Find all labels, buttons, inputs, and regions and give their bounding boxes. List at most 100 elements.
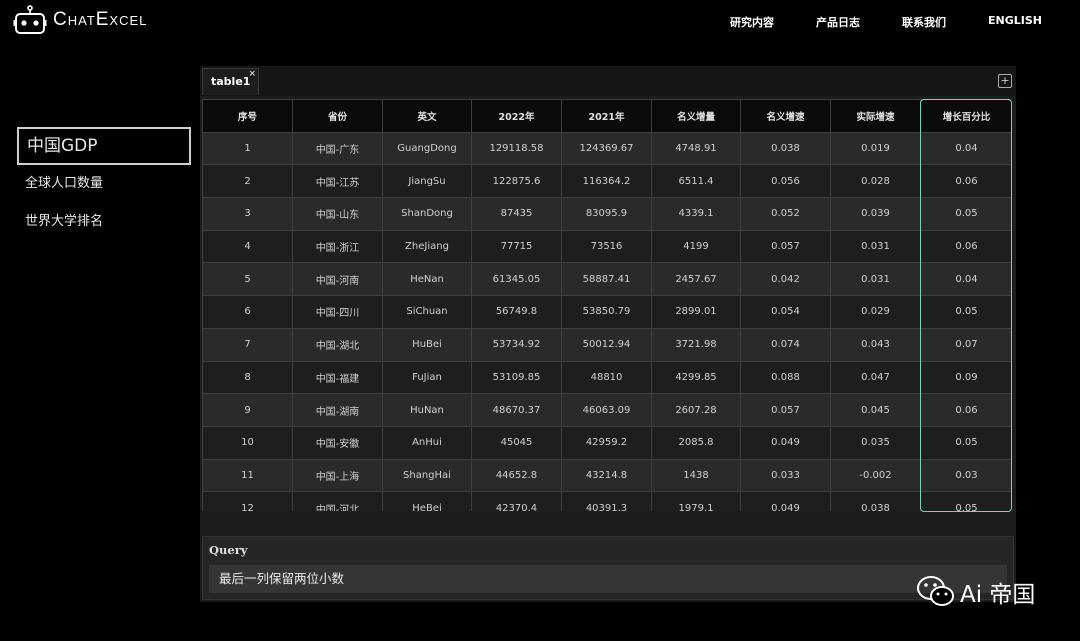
table-cell[interactable]: 6 — [202, 295, 293, 329]
table-cell[interactable]: 中国-上海 — [292, 458, 383, 493]
table-cell[interactable]: 116364.2 — [561, 164, 652, 199]
table-cell[interactable]: 0.06 — [920, 229, 1012, 264]
table-cell[interactable]: 42370.4 — [471, 491, 562, 511]
table-cell[interactable]: 53850.79 — [561, 295, 652, 329]
table-cell[interactable]: 53734.92 — [471, 327, 562, 362]
nav-changelog[interactable]: 产品日志 — [816, 14, 860, 30]
table-cell[interactable]: 2899.01 — [651, 295, 741, 329]
table-row[interactable]: 8 中国-福建 FuJian 53109.85 48810 4299.85 0.088 0.0… — [202, 360, 1012, 395]
column-header[interactable]: 省份 — [292, 99, 383, 133]
table-cell[interactable]: 0.038 — [740, 131, 831, 166]
table-cell[interactable]: 53109.85 — [471, 360, 562, 395]
table-cell[interactable]: 0.052 — [740, 197, 831, 231]
table-row[interactable]: 6 中国-四川 SiChuan 56749.8 53850.79 2899.01 0.054… — [202, 295, 1012, 329]
table-cell[interactable]: 4299.85 — [651, 360, 741, 395]
table-row[interactable]: 5 中国-河南 HeNan 61345.05 58887.41 2457.67 0.042 0… — [202, 262, 1012, 297]
table-cell[interactable]: 0.043 — [830, 327, 921, 362]
table-cell[interactable]: 0.03 — [920, 458, 1012, 493]
column-header[interactable]: 英文 — [382, 99, 472, 133]
table-cell[interactable]: 中国-山东 — [292, 197, 383, 231]
table-cell[interactable]: 83095.9 — [561, 197, 652, 231]
table-cell[interactable]: 2 — [202, 164, 293, 199]
table-cell[interactable]: 122875.6 — [471, 164, 562, 199]
table-cell[interactable]: 2085.8 — [651, 425, 741, 460]
table-cell[interactable]: 中国-福建 — [292, 360, 383, 395]
column-header[interactable]: 序号 — [202, 99, 293, 133]
close-icon[interactable]: × — [248, 61, 256, 87]
table-cell[interactable]: 4199 — [651, 229, 741, 264]
table-cell[interactable]: 0.05 — [920, 295, 1012, 329]
table-cell[interactable]: 1438 — [651, 458, 741, 493]
table-cell[interactable]: 4748.91 — [651, 131, 741, 166]
table-cell[interactable]: 0.07 — [920, 327, 1012, 362]
table-cell[interactable]: 48810 — [561, 360, 652, 395]
table-cell[interactable]: 0.029 — [830, 295, 921, 329]
table-cell[interactable]: 0.031 — [830, 229, 921, 264]
table-cell[interactable]: 0.042 — [740, 262, 831, 297]
table-cell[interactable]: 中国-湖北 — [292, 327, 383, 362]
table-cell[interactable]: 87435 — [471, 197, 562, 231]
table-cell[interactable]: 5 — [202, 262, 293, 297]
table-cell[interactable]: 2607.28 — [651, 393, 741, 427]
table-cell[interactable]: 0.056 — [740, 164, 831, 199]
table-cell[interactable]: 0.035 — [830, 425, 921, 460]
add-tab-icon[interactable]: + — [998, 74, 1012, 88]
table-cell[interactable]: 56749.8 — [471, 295, 562, 329]
table-cell[interactable]: 中国-河北 — [292, 491, 383, 511]
table-cell[interactable]: 0.033 — [740, 458, 831, 493]
table-cell[interactable]: 0.049 — [740, 491, 831, 511]
table-row[interactable]: 2 中国-江苏 JiangSu 122875.6 116364.2 6511.4 0.056… — [202, 164, 1012, 199]
table-cell[interactable]: 中国-四川 — [292, 295, 383, 329]
table-row[interactable]: 11 中国-上海 ShangHai 44652.8 43214.8 1438 0.033 -0… — [202, 458, 1012, 493]
table-cell[interactable]: 58887.41 — [561, 262, 652, 297]
table-cell[interactable]: 77715 — [471, 229, 562, 264]
data-table-container[interactable]: 序号 省份 英文 2022年 2021年 名义增量 名义增速 实际增速 增长百分比 1 中国-广东… — [202, 99, 1012, 511]
table-cell[interactable]: HuBei — [382, 327, 472, 362]
table-row[interactable]: 9 中国-湖南 HuNan 48670.37 46063.09 2607.28 0.057 0… — [202, 393, 1012, 427]
table-cell[interactable]: 61345.05 — [471, 262, 562, 297]
table-cell[interactable]: 0.088 — [740, 360, 831, 395]
table-cell[interactable]: ShanDong — [382, 197, 472, 231]
table-row[interactable]: 7 中国-湖北 HuBei 53734.92 50012.94 3721.98 0.074 0… — [202, 327, 1012, 362]
table-cell[interactable]: 43214.8 — [561, 458, 652, 493]
table-cell[interactable]: 50012.94 — [561, 327, 652, 362]
table-cell[interactable]: 4339.1 — [651, 197, 741, 231]
table-cell[interactable]: AnHui — [382, 425, 472, 460]
table-cell[interactable]: 0.019 — [830, 131, 921, 166]
sidebar-item-china-gdp[interactable]: 中国GDP — [17, 127, 191, 165]
table-cell[interactable]: 8 — [202, 360, 293, 395]
column-header[interactable]: 名义增量 — [651, 99, 741, 133]
table-cell[interactable]: 中国-江苏 — [292, 164, 383, 199]
table-cell[interactable]: 9 — [202, 393, 293, 427]
column-header[interactable]: 2022年 — [471, 99, 562, 133]
table-cell[interactable]: 中国-浙江 — [292, 229, 383, 264]
table-cell[interactable]: 0.074 — [740, 327, 831, 362]
table-cell[interactable]: ZheJiang — [382, 229, 472, 264]
table-row[interactable]: 10 中国-安徽 AnHui 45045 42959.2 2085.8 0.049 0.035… — [202, 425, 1012, 460]
table-cell[interactable]: 0.038 — [830, 491, 921, 511]
table-cell[interactable]: 中国-湖南 — [292, 393, 383, 427]
logo[interactable]: ChatExcel — [13, 4, 147, 36]
table-row[interactable]: 4 中国-浙江 ZheJiang 77715 73516 4199 0.057 0.031 0.… — [202, 229, 1012, 264]
table-cell[interactable]: JiangSu — [382, 164, 472, 199]
table-cell[interactable]: HuNan — [382, 393, 472, 427]
table-cell[interactable]: 1979.1 — [651, 491, 741, 511]
table-cell[interactable]: 48670.37 — [471, 393, 562, 427]
tab-table1[interactable]: table1 × — [202, 68, 259, 95]
nav-english[interactable]: ENGLISH — [988, 14, 1042, 30]
table-cell[interactable]: 0.047 — [830, 360, 921, 395]
table-cell[interactable]: 0.04 — [920, 262, 1012, 297]
table-cell[interactable]: 0.06 — [920, 164, 1012, 199]
table-cell[interactable]: SiChuan — [382, 295, 472, 329]
sidebar-item-university-ranking[interactable]: 世界大学排名 — [17, 203, 191, 241]
table-cell[interactable]: 0.057 — [740, 393, 831, 427]
table-cell[interactable]: 40391.3 — [561, 491, 652, 511]
table-cell[interactable]: 0.028 — [830, 164, 921, 199]
table-cell[interactable]: GuangDong — [382, 131, 472, 166]
table-row[interactable]: 1 中国-广东 GuangDong 129118.58 124369.67 4748.91… — [202, 131, 1012, 166]
table-cell[interactable]: 45045 — [471, 425, 562, 460]
table-cell[interactable]: 中国-河南 — [292, 262, 383, 297]
column-header[interactable]: 2021年 — [561, 99, 652, 133]
table-cell[interactable]: -0.002 — [830, 458, 921, 493]
table-cell[interactable]: HeNan — [382, 262, 472, 297]
